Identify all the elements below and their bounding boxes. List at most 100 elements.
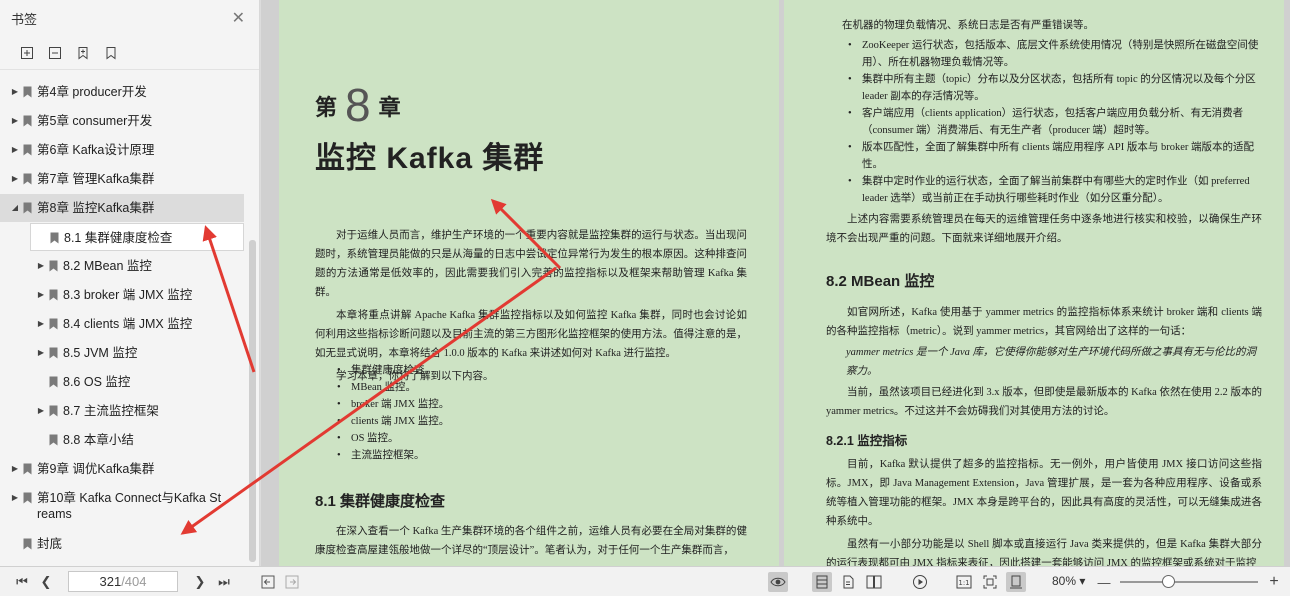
play-icon[interactable] (910, 572, 930, 592)
bookmark-item[interactable]: 8.6 OS 监控 (0, 368, 244, 396)
expand-arrow-icon[interactable]: ▶ (10, 142, 20, 158)
expand-arrow-icon[interactable]: ▶ (36, 403, 46, 419)
bookmark-icon[interactable] (102, 44, 120, 62)
bookmark-icon (23, 202, 32, 214)
learning-list: 集群健康度检查。MBean 监控。broker 端 JMX 监控。clients… (337, 362, 717, 464)
health-check-item: 版本匹配性，全面了解集群中所有 clients 端应用程序 API 版本与 br… (848, 139, 1268, 173)
fit-width-icon[interactable] (1006, 572, 1026, 592)
two-page-icon[interactable] (864, 572, 884, 592)
learning-list-item: clients 端 JMX 监控。 (337, 413, 717, 430)
expand-arrow-icon[interactable]: ▶ (36, 345, 46, 361)
bookmark-item[interactable]: 8.8 本章小结 (0, 426, 244, 454)
collapse-all-icon[interactable] (46, 44, 64, 62)
zoom-value: 80% (1052, 574, 1077, 588)
bookmark-item-label: 8.7 主流监控框架 (63, 404, 159, 418)
bookmark-item-label: 第6章 Kafka设计原理 (37, 143, 155, 157)
chapter-prefix: 第 (315, 95, 338, 120)
bookmark-item[interactable]: ▶ 8.7 主流监控框架 (0, 397, 244, 425)
chapter-digit: 8 (345, 79, 371, 131)
mbean-paragraph-2-wrap: 当前，虽然该项目已经进化到 3.x 版本，但即使是最新版本的 Kafka 依然在… (826, 383, 1262, 421)
single-page-icon[interactable] (838, 572, 858, 592)
bookmark-item[interactable]: 封底 (0, 530, 244, 558)
continued-line: 在机器的物理负载情况、系统日志是否有严重错误等。 (842, 20, 1094, 31)
bookmark-item[interactable]: ▶ 第7章 管理Kafka集群 (0, 165, 244, 193)
bookmark-icon (49, 376, 58, 388)
bookmark-item[interactable]: ▶ 8.2 MBean 监控 (0, 252, 244, 280)
bookmark-item[interactable]: ▶ 第4章 producer开发 (0, 78, 244, 106)
eye-protection-icon[interactable] (768, 572, 788, 592)
bookmark-icon (23, 463, 32, 475)
actual-size-icon[interactable]: 1:1 (954, 572, 974, 592)
previous-page-icon[interactable]: ❮ (36, 572, 56, 592)
expand-arrow-icon[interactable]: ▶ (10, 490, 20, 506)
first-page-icon[interactable]: ⏮ (12, 572, 32, 592)
mbean-paragraph-2: 当前，虽然该项目已经进化到 3.x 版本，但即使是最新版本的 Kafka 依然在… (826, 387, 1262, 417)
metrics-paragraph-1: 目前，Kafka 默认提供了超多的监控指标。无一例外，用户皆使用 JMX 接口访… (826, 459, 1262, 527)
page-322: 在机器的物理负载情况、系统日志是否有严重错误等。 ZooKeeper 运行状态，… (784, 0, 1284, 566)
zoom-out-icon[interactable]: — (1094, 572, 1114, 592)
intro-paragraph-2: 本章将重点讲解 Apache Kafka 集群监控指标以及如何监控 Kafka … (315, 310, 747, 359)
forward-icon[interactable] (282, 572, 302, 592)
expand-arrow-icon[interactable]: ▶ (10, 461, 20, 477)
mbean-paragraph: 如官网所述，Kafka 使用基于 yammer metrics 的监控指标体系来… (826, 303, 1262, 341)
page-number-field[interactable]: 321/404 (68, 571, 178, 592)
yammer-quote: yammer metrics 是一个 Java 库，它使得你能够对生产环境代码所… (846, 347, 1257, 377)
back-icon[interactable] (258, 572, 278, 592)
expand-arrow-icon[interactable]: ▶ (36, 287, 46, 303)
health-check-item: ZooKeeper 运行状态，包括版本、底层文件系统使用情况（特别是快照所在磁盘… (848, 37, 1268, 71)
bookmark-item[interactable]: ▶ 8.5 JVM 监控 (0, 339, 244, 367)
bookmark-icon (50, 232, 59, 244)
zoom-slider[interactable] (1120, 581, 1258, 583)
collapse-arrow-icon[interactable]: ◢ (10, 200, 20, 216)
bookmark-item-label: 8.3 broker 端 JMX 监控 (63, 288, 193, 302)
bookmark-icon (49, 289, 58, 301)
bookmark-icon (23, 144, 32, 156)
expand-arrow-icon[interactable]: ▶ (36, 258, 46, 274)
last-page-icon[interactable]: ⏭ (214, 572, 234, 592)
bookmark-item[interactable]: ▶ 第9章 调优Kafka集群 (0, 455, 244, 483)
health-check-list: ZooKeeper 运行状态，包括版本、底层文件系统使用情况（特别是快照所在磁盘… (848, 37, 1268, 207)
bookmark-item[interactable]: ▶ 第5章 consumer开发 (0, 107, 244, 135)
expand-arrow-icon[interactable]: ▶ (10, 84, 20, 100)
bookmark-item[interactable]: ◢ 第8章 监控Kafka集群 (0, 194, 244, 222)
bookmark-toolbar (0, 36, 259, 70)
document-viewport[interactable]: 第8章 监控 Kafka 集群 对于运维人员而言，维护生产环境的一个重要内容就是… (261, 0, 1290, 566)
bookmark-icon (49, 347, 58, 359)
summary-paragraph-text: 上述内容需要系统管理员在每天的运维管理任务中逐条地进行核实和校验，以确保生产环境… (826, 214, 1262, 244)
bookmark-item[interactable]: 8.1 集群健康度检查 (30, 223, 244, 251)
next-page-icon[interactable]: ❯ (190, 572, 210, 592)
health-check-item: 客户端应用（clients application）运行状态，包括客户端应用负载… (848, 105, 1268, 139)
zoom-slider-handle[interactable] (1162, 575, 1176, 588)
metrics-paragraph-2: 虽然有一小部分功能是以 Shell 脚本或直接运行 Java 类来提供的，但是 … (826, 539, 1262, 566)
bookmark-item[interactable]: ▶ 8.3 broker 端 JMX 监控 (0, 281, 244, 309)
bookmark-item-label: 8.6 OS 监控 (63, 375, 131, 389)
page-321: 第8章 监控 Kafka 集群 对于运维人员而言，维护生产环境的一个重要内容就是… (279, 0, 779, 566)
health-check-item: 集群中所有主题（topic）分布以及分区状态，包括所有 topic 的分区情况以… (848, 71, 1268, 105)
bookmark-item[interactable]: ▶ 第10章 Kafka Connect与Kafka St reams (0, 484, 244, 526)
bookmark-item-label: 第7章 管理Kafka集群 (37, 172, 155, 186)
chapter-suffix: 章 (378, 95, 401, 120)
add-bookmark-icon[interactable] (74, 44, 92, 62)
close-icon[interactable]: ✕ (232, 8, 245, 28)
chapter-number: 第8章 (315, 78, 401, 132)
bookmark-item-label: 第4章 producer开发 (37, 85, 147, 99)
expand-all-icon[interactable] (18, 44, 36, 62)
section-heading-8-2: 8.2 MBean 监控 (826, 273, 935, 290)
bookmark-item[interactable]: ▶ 8.4 clients 端 JMX 监控 (0, 310, 244, 338)
fit-page-icon[interactable] (980, 572, 1000, 592)
total-pages: /404 (121, 574, 147, 589)
expand-arrow-icon[interactable]: ▶ (36, 316, 46, 332)
current-page: 321 (99, 574, 122, 589)
zoom-in-icon[interactable]: + (1264, 572, 1284, 592)
sidebar-scrollbar[interactable] (249, 240, 256, 562)
bookmark-label-line-2: reams (37, 507, 72, 521)
continuous-page-icon[interactable] (812, 572, 832, 592)
learning-list-item: broker 端 JMX 监控。 (337, 396, 717, 413)
expand-arrow-icon[interactable]: ▶ (10, 113, 20, 129)
bookmark-panel: 书签 ✕ ▶ 第4章 producer开发 ▶ 第5章 consumer开发 ▶ 第6章 … (0, 0, 260, 566)
bookmark-item[interactable]: ▶ 第6章 Kafka设计原理 (0, 136, 244, 164)
zoom-level[interactable]: 80% ▾ (1052, 574, 1085, 588)
bookmark-item-label: 8.5 JVM 监控 (63, 346, 138, 360)
expand-arrow-icon[interactable]: ▶ (10, 171, 20, 187)
svg-text:1:1: 1:1 (958, 579, 969, 587)
